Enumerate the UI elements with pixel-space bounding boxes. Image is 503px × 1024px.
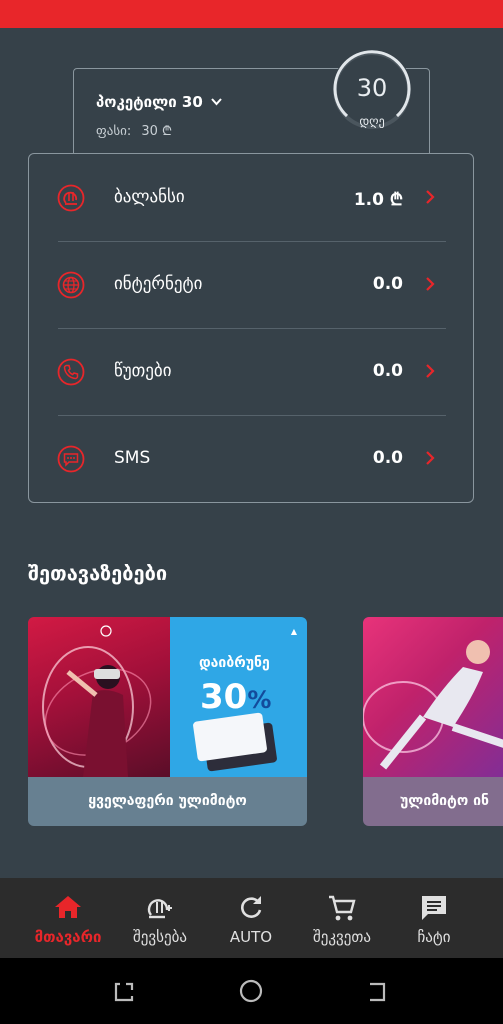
sms-icon: [57, 445, 85, 473]
sms-label: SMS: [114, 448, 151, 468]
offer-image-promo: ▲ დაიბრუნე 30%: [170, 617, 307, 777]
plan-name: პოკეტილი 30: [96, 93, 203, 111]
phone-icon: [57, 358, 85, 386]
balance-row-lari[interactable]: ბალანსი 1.0 ₾: [29, 154, 473, 241]
nav-item-topup[interactable]: შევსება: [116, 878, 204, 958]
offer-caption: ყველაფერი ულიმიტო: [28, 777, 307, 826]
chat-icon: [422, 896, 446, 920]
days-remaining-indicator: 30 დღე: [332, 50, 412, 130]
chevron-down-icon: [211, 96, 222, 109]
system-nav-bar: [0, 958, 503, 1024]
chevron-right-icon: [425, 187, 437, 207]
balance-row-internet[interactable]: ინტერნეტი 0.0: [29, 241, 473, 328]
nav-item-order[interactable]: შეკვეთა: [298, 878, 386, 958]
back-icon[interactable]: [370, 982, 386, 1002]
cart-icon: [329, 895, 356, 921]
recents-icon[interactable]: [114, 982, 134, 1002]
home-button-icon[interactable]: [239, 979, 263, 1003]
plan-price: ფასი: 30 ₾: [96, 121, 172, 139]
minutes-value: 0.0: [372, 361, 403, 381]
offer-image-dancer: [363, 617, 503, 777]
days-remaining-label: დღე: [359, 114, 385, 128]
refresh-icon: [241, 896, 262, 918]
chevron-right-icon: [425, 361, 437, 381]
nav-label: მთავარი: [34, 928, 102, 946]
balance-label: ბალანსი: [114, 187, 185, 207]
plan-price-value: 30 ₾: [141, 124, 173, 139]
sms-value: 0.0: [372, 448, 403, 468]
balance-value: 1.0 ₾: [353, 190, 403, 210]
nav-label: შეკვეთა: [313, 928, 371, 946]
balance-row-sms[interactable]: SMS 0.0: [29, 415, 473, 502]
balance-card: ბალანსი 1.0 ₾ ინტერნეტი 0.0 წუთები 0.0 S…: [28, 153, 474, 503]
internet-value: 0.0: [372, 274, 403, 294]
globe-icon: [57, 271, 85, 299]
offer-image-vr: [28, 617, 170, 777]
offer-card[interactable]: ულიმიტო ინ: [363, 617, 503, 826]
balance-row-minutes[interactable]: წუთები 0.0: [29, 328, 473, 415]
plan-price-label: ფასი:: [96, 124, 132, 139]
nav-label: AUTO: [229, 928, 273, 946]
status-bar: [0, 0, 503, 28]
chevron-right-icon: [425, 274, 437, 294]
internet-label: ინტერნეტი: [114, 274, 203, 294]
offer-card[interactable]: ▲ დაიბრუნე 30% ყველაფერი ულიმიტო: [28, 617, 307, 826]
offers-title: შეთავაზებები: [28, 561, 168, 585]
minutes-label: წუთები: [114, 361, 172, 381]
nav-label: ჩატი: [417, 928, 451, 946]
nav-label: შევსება: [133, 928, 187, 946]
bottom-nav: მთავარი შევსება AUTO შეკვეთა ჩატი: [0, 878, 503, 958]
nav-item-home[interactable]: მთავარი: [20, 878, 116, 958]
chevron-right-icon: [425, 448, 437, 468]
nav-item-auto[interactable]: AUTO: [208, 878, 294, 958]
plan-selector[interactable]: პოკეტილი 30: [96, 93, 222, 111]
topup-icon: [147, 899, 172, 919]
nav-item-chat[interactable]: ჩატი: [394, 878, 474, 958]
offer-caption: ულიმიტო ინ: [363, 777, 503, 826]
lari-icon: [57, 184, 85, 212]
home-icon: [55, 896, 81, 918]
days-remaining-value: 30: [356, 74, 388, 102]
